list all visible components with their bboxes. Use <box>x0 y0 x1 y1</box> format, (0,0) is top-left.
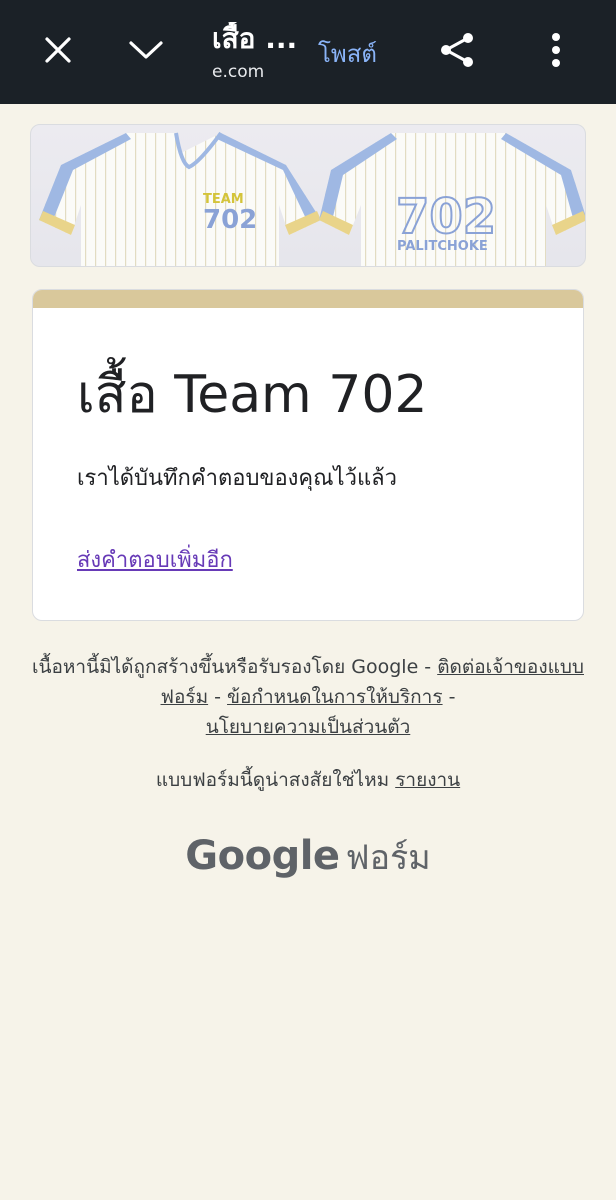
brand-google: Google <box>185 833 340 879</box>
google-forms-logo[interactable]: Google ฟอร์ม <box>0 830 616 884</box>
post-button[interactable]: โพสต์ <box>318 34 377 73</box>
browser-top-bar: เสื้อ ... e.com โพสต์ <box>0 0 616 104</box>
privacy-link[interactable]: นโยบายความเป็นส่วนตัว <box>206 716 411 738</box>
jersey-back-number: 702 <box>396 189 496 245</box>
jersey-front-image: TEAM 702 <box>39 131 321 266</box>
card-accent-stripe <box>33 290 583 308</box>
brand-forms: ฟอร์ม <box>345 838 431 878</box>
jersey-back-image: 702 PALITCHOKE <box>319 133 585 266</box>
form-title: เสื้อ Team 702 <box>77 365 428 425</box>
page-title: เสื้อ ... <box>212 22 298 55</box>
suspicious-text: แบบฟอร์มนี้ดูน่าสงสัยใช่ไหม <box>155 769 390 791</box>
confirmation-card: เสื้อ Team 702 เราได้บันทึกคำตอบของคุณไว… <box>32 289 584 621</box>
footer-disclaimer: เนื้อหานี้มิได้ถูกสร้างขึ้นหรือรับรองโดย… <box>32 656 584 738</box>
report-line: แบบฟอร์มนี้ดูน่าสงสัยใช่ไหม รายงาน <box>30 765 586 795</box>
terms-link[interactable]: ข้อกำหนดในการให้บริการ <box>227 686 443 708</box>
share-icon[interactable] <box>430 22 486 78</box>
confirmation-message: เราได้บันทึกคำตอบของคุณไว้แล้ว <box>77 466 397 491</box>
submit-another-link[interactable]: ส่งคำตอบเพิ่มอีก <box>77 542 233 577</box>
page-domain: e.com <box>212 62 265 82</box>
jersey-back-name: PALITCHOKE <box>397 239 488 254</box>
form-header-image: TEAM 702 702 PALITCHOKE <box>30 124 586 267</box>
report-link[interactable]: รายงาน <box>395 769 460 791</box>
close-icon[interactable] <box>30 22 86 78</box>
page-title-area[interactable]: เสื้อ ... e.com <box>212 22 302 82</box>
chevron-down-icon[interactable] <box>118 22 174 78</box>
disclaimer-text: เนื้อหานี้มิได้ถูกสร้างขึ้นหรือรับรองโดย… <box>32 656 438 678</box>
jersey-front-number: 702 <box>203 205 257 235</box>
more-vert-icon[interactable] <box>528 22 584 78</box>
